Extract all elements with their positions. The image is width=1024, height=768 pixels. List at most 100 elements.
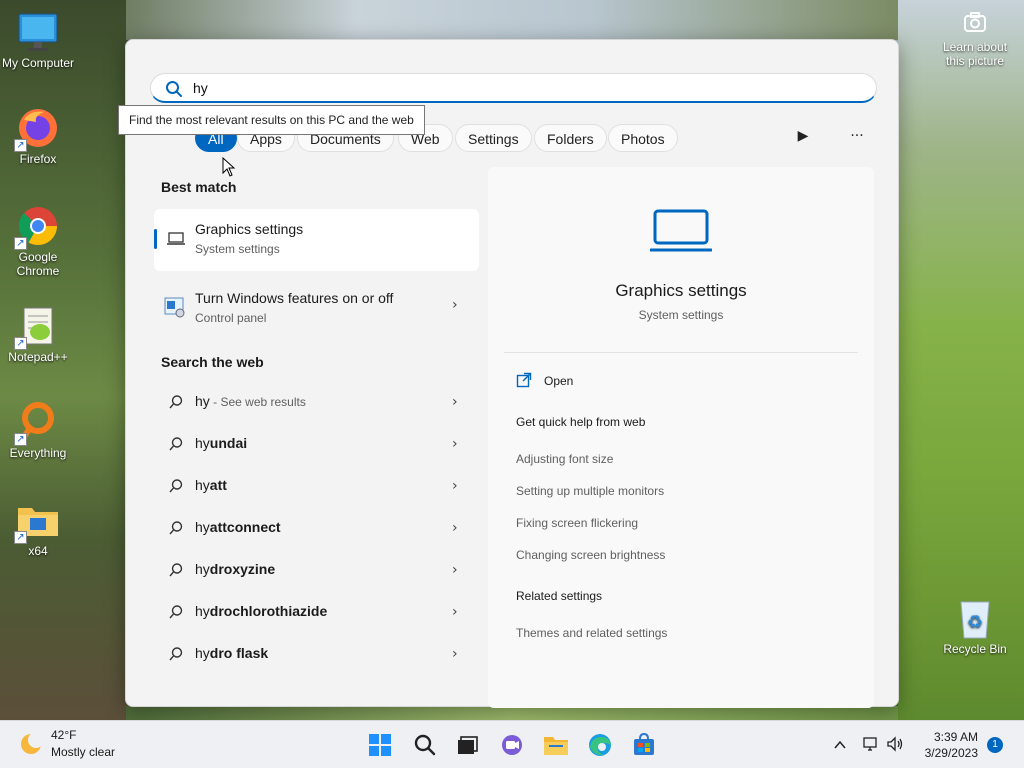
taskbar: 42°F Mostly clear 3:39 AM 3/29/2023 1 <box>0 720 1024 768</box>
result-subtitle: Control panel <box>195 311 267 325</box>
filter-photos[interactable]: Photos <box>608 124 678 152</box>
play-icon: ▶ <box>797 128 809 144</box>
best-match-title: Graphics settings <box>195 221 304 237</box>
chevron-right-icon[interactable]: › <box>452 437 462 451</box>
moon-weather-icon <box>18 731 44 761</box>
edge-icon <box>584 734 616 765</box>
help-link[interactable]: Changing screen brightness <box>516 548 665 562</box>
search-icon <box>168 394 184 410</box>
clock[interactable]: 3:39 AM 3/29/2023 <box>925 729 978 761</box>
edge-button[interactable] <box>584 729 616 761</box>
recycle-bin-icon: ♻ <box>953 596 997 640</box>
filter-settings[interactable]: Settings <box>455 124 532 152</box>
task-view-button[interactable] <box>451 729 483 761</box>
show-hidden-icons-button[interactable] <box>833 737 847 751</box>
desktop-icon-my-computer[interactable]: My Computer <box>0 10 76 70</box>
wallpaper-bottom <box>126 706 898 720</box>
notification-badge[interactable]: 1 <box>987 737 1003 753</box>
chevron-right-icon[interactable]: › <box>452 647 462 661</box>
search-input[interactable] <box>193 78 853 98</box>
weather-widget[interactable]: 42°F Mostly clear <box>10 721 130 768</box>
desktop-icon-recycle-bin[interactable]: ♻ Recycle Bin <box>937 596 1013 656</box>
chevron-right-icon[interactable]: › <box>452 479 462 493</box>
result-item-windows-features[interactable]: Turn Windows features on or off Control … <box>154 282 479 330</box>
control-panel-icon <box>164 296 186 322</box>
desktop-icon-notepadpp[interactable]: ↗ Notepad++ <box>0 304 76 364</box>
shortcut-arrow-icon: ↗ <box>14 237 27 250</box>
chevron-right-icon[interactable]: › <box>452 298 462 312</box>
system-tray-network-volume[interactable] <box>862 735 904 757</box>
desktop-icon-label: My Computer <box>1 56 75 70</box>
help-link[interactable]: Fixing screen flickering <box>516 516 638 530</box>
firefox-icon: ↗ <box>14 106 60 152</box>
web-result-item[interactable]: hyatt › <box>154 468 479 504</box>
web-result-item[interactable]: hydroxyzine › <box>154 552 479 588</box>
clock-date: 3/29/2023 <box>924 746 978 760</box>
shortcut-arrow-icon: ↗ <box>14 337 27 350</box>
search-icon <box>168 604 184 620</box>
search-icon <box>168 478 184 494</box>
preview-subtitle: System settings <box>638 308 724 322</box>
web-result-item[interactable]: hyattconnect › <box>154 510 479 546</box>
desktop-icon-firefox[interactable]: ↗ Firefox <box>0 106 76 166</box>
web-prefix: hy <box>195 561 210 577</box>
laptop-icon-large <box>649 209 713 257</box>
more-options-button[interactable]: ··· <box>843 122 871 150</box>
web-result-item[interactable]: hyundai › <box>154 426 479 462</box>
start-button[interactable] <box>364 729 396 761</box>
play-more-filters-button[interactable]: ▶ <box>789 122 817 150</box>
web-suffix: dro flask <box>209 645 269 661</box>
mouse-cursor-icon <box>222 156 236 181</box>
preview-pane: Graphics settings System settings Open G… <box>488 167 874 708</box>
web-suffix: droxyzine <box>209 561 276 577</box>
search-box[interactable] <box>150 73 877 103</box>
clock-time: 3:39 AM <box>933 730 978 744</box>
taskbar-search-button[interactable] <box>409 729 441 761</box>
svg-text:♻: ♻ <box>967 612 983 632</box>
chevron-right-icon[interactable]: › <box>452 605 462 619</box>
desktop-icon-x64[interactable]: ↗ x64 <box>0 498 76 558</box>
web-prefix: hy <box>195 645 210 661</box>
best-match-subtitle: System settings <box>195 242 280 256</box>
web-query: hy <box>195 393 210 409</box>
help-link[interactable]: Setting up multiple monitors <box>516 484 664 498</box>
result-title: Turn Windows features on or off <box>195 290 394 306</box>
network-icon <box>862 735 880 757</box>
desktop-icon-label: Recycle Bin <box>943 642 1007 656</box>
search-tooltip: Find the most relevant results on this P… <box>118 105 425 135</box>
web-result-item[interactable]: hydro flask › <box>154 636 479 672</box>
shortcut-arrow-icon: ↗ <box>14 139 27 152</box>
related-link[interactable]: Themes and related settings <box>516 626 667 640</box>
chevron-right-icon[interactable]: › <box>452 521 462 535</box>
desktop-icon-chrome[interactable]: ↗ Google Chrome <box>0 204 76 278</box>
divider <box>504 352 858 353</box>
store-button[interactable] <box>628 729 660 761</box>
chevron-right-icon[interactable]: › <box>452 395 462 409</box>
weather-temperature: 42°F <box>51 728 77 742</box>
best-match-item[interactable]: Graphics settings System settings <box>154 209 479 271</box>
filter-folders[interactable]: Folders <box>534 124 607 152</box>
web-prefix: hy <box>195 519 210 535</box>
camera-icon <box>963 10 987 34</box>
web-suffix: att <box>209 477 227 493</box>
wallpaper-top <box>126 0 898 40</box>
help-link[interactable]: Adjusting font size <box>516 452 613 466</box>
file-explorer-button[interactable] <box>540 729 572 761</box>
teams-chat-button[interactable] <box>496 729 528 761</box>
web-suffix: drochlorothiazide <box>209 603 328 619</box>
learn-about-picture[interactable]: Learn about this picture <box>930 10 1020 68</box>
laptop-icon <box>166 231 186 251</box>
web-suffix: attconnect <box>209 519 281 535</box>
chat-icon <box>496 735 528 765</box>
volume-icon <box>886 735 904 757</box>
windows-logo-icon <box>364 734 396 765</box>
open-external-icon <box>516 372 532 392</box>
chevron-right-icon[interactable]: › <box>452 563 462 577</box>
task-view-icon <box>451 736 483 765</box>
desktop-icon-everything[interactable]: ↗ Everything <box>0 400 76 460</box>
web-result-item[interactable]: hy - See web results › <box>154 384 479 420</box>
desktop-icon-label: Firefox <box>19 152 57 166</box>
selection-indicator <box>154 229 157 249</box>
monitor-icon <box>16 10 60 54</box>
web-result-item[interactable]: hydrochlorothiazide › <box>154 594 479 630</box>
